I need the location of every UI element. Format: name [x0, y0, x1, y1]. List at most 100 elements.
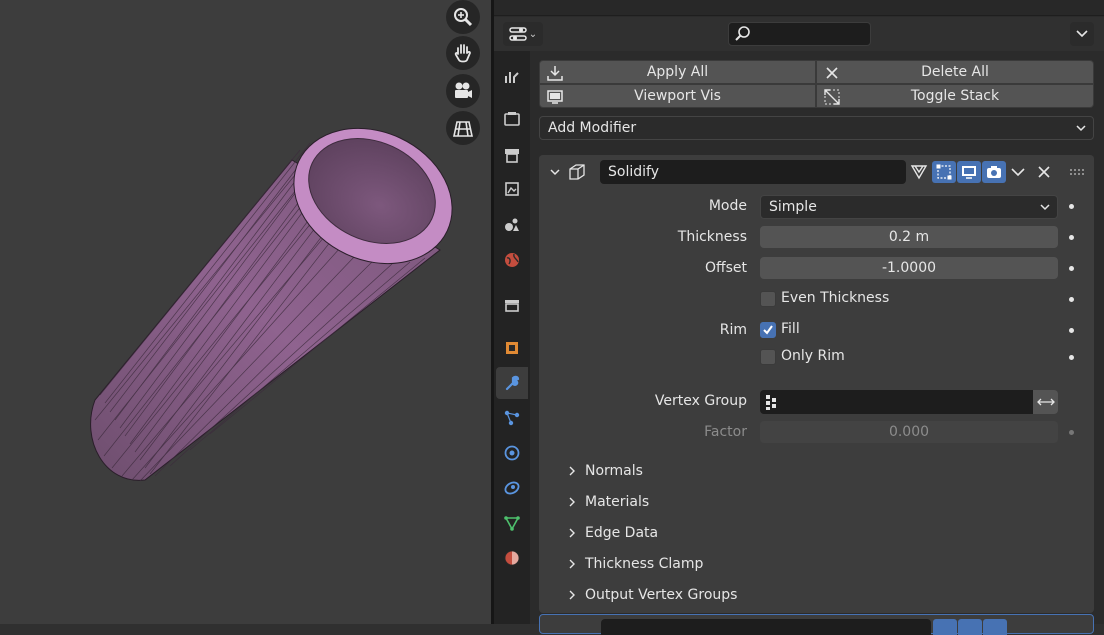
tab-world[interactable] — [496, 244, 528, 276]
modifier-wrench-icon — [505, 375, 520, 391]
render-toggle[interactable] — [982, 161, 1006, 183]
subpanel-label: Normals — [585, 463, 643, 479]
tab-scene[interactable] — [496, 209, 528, 241]
search-input[interactable] — [728, 22, 871, 46]
toggle-stack-button[interactable]: Toggle Stack — [816, 84, 1094, 108]
solidify-tube-mesh — [90, 127, 453, 482]
keyframe-dot[interactable] — [1069, 430, 1074, 435]
chevron-down-icon — [1040, 204, 1050, 211]
keyframe-dot[interactable] — [1069, 355, 1074, 360]
invert-vertex-group-button[interactable] — [1033, 390, 1058, 414]
tab-view-layer[interactable] — [496, 173, 528, 205]
subpanel-edge-data[interactable]: Edge Data — [567, 522, 658, 544]
factor-field[interactable]: 0.000 — [760, 421, 1058, 443]
vertex-group-field[interactable] — [760, 390, 1033, 414]
view-layer-icon — [505, 182, 519, 196]
next-modifier-panel[interactable] — [539, 614, 1094, 635]
add-modifier-label: Add Modifier — [548, 120, 637, 136]
zoom-icon[interactable] — [446, 0, 480, 34]
tab-physics[interactable] — [496, 437, 528, 469]
offset-field[interactable]: -1.0000 — [760, 257, 1058, 279]
even-thickness-checkbox[interactable] — [760, 291, 776, 307]
world-icon — [505, 253, 519, 267]
subpanel-label: Thickness Clamp — [585, 556, 704, 572]
header-options-dropdown[interactable] — [1070, 22, 1094, 46]
render-toggle[interactable] — [983, 619, 1007, 635]
tab-render[interactable] — [496, 103, 528, 135]
modifier-extras-dropdown[interactable] — [1006, 161, 1030, 183]
chevron-down-icon: ⌄ — [528, 28, 538, 40]
tab-output[interactable] — [496, 139, 528, 171]
subpanel-thickness-clamp[interactable]: Thickness Clamp — [567, 553, 703, 575]
apply-all-label: Apply All — [646, 64, 709, 80]
edit-mode-toggle[interactable] — [932, 161, 956, 183]
tab-collection[interactable] — [496, 289, 528, 321]
on-cage-toggle[interactable] — [907, 161, 931, 183]
tab-material[interactable] — [496, 542, 528, 574]
vertex-triangle-icon — [910, 165, 928, 180]
delete-all-button[interactable]: Delete All — [816, 60, 1094, 84]
mode-value: Simple — [769, 199, 817, 215]
thickness-field[interactable]: 0.2 m — [760, 226, 1058, 248]
modifier-name-field[interactable] — [601, 619, 931, 635]
properties-header: ⌄ — [494, 17, 1104, 51]
camera-icon[interactable] — [446, 74, 480, 108]
realtime-toggle[interactable] — [958, 619, 982, 635]
download-icon — [547, 66, 563, 81]
viewport-vis-label: Viewport Vis — [634, 88, 721, 104]
hand-pan-icon[interactable] — [446, 36, 480, 70]
tab-object-data[interactable] — [496, 507, 528, 539]
monitor-icon — [962, 166, 976, 179]
even-thickness-label: Even Thickness — [781, 290, 890, 306]
mode-label: Mode — [708, 198, 747, 214]
3d-viewport[interactable] — [0, 0, 491, 624]
tab-tool[interactable] — [496, 61, 528, 93]
tool-icon — [505, 72, 519, 83]
edit-mode-icon — [936, 164, 952, 180]
tab-object[interactable] — [496, 332, 528, 364]
subpanel-materials[interactable]: Materials — [567, 491, 649, 513]
editor-type-dropdown[interactable]: ⌄ — [503, 22, 543, 46]
keyframe-dot[interactable] — [1069, 328, 1074, 333]
offset-label: Offset — [704, 260, 747, 276]
remove-modifier-button[interactable] — [1032, 161, 1056, 183]
drag-grip-icon — [1070, 169, 1084, 175]
chevron-down-icon — [1011, 168, 1025, 177]
edit-mode-toggle[interactable] — [933, 619, 957, 635]
outliner-strip — [494, 0, 1104, 16]
apply-all-button[interactable]: Apply All — [539, 60, 816, 84]
keyframe-dot[interactable] — [1069, 204, 1074, 209]
viewport-vis-button[interactable]: Viewport Vis — [539, 84, 816, 108]
rim-fill-checkbox[interactable] — [760, 322, 776, 338]
subpanel-output-vertex-groups[interactable]: Output Vertex Groups — [567, 584, 737, 606]
realtime-toggle[interactable] — [957, 161, 981, 183]
modifier-name-field[interactable]: Solidify — [600, 160, 906, 184]
keyframe-dot[interactable] — [1069, 266, 1074, 271]
drag-handle[interactable] — [1065, 161, 1089, 183]
chevron-right-icon — [569, 466, 575, 476]
tab-constraints[interactable] — [496, 472, 528, 504]
mode-dropdown[interactable]: Simple — [760, 195, 1058, 219]
scene-icon — [505, 218, 519, 231]
properties-editor: ⌄ Apply All Delete All Viewport Vis Togg… — [494, 0, 1104, 635]
add-modifier-dropdown[interactable]: Add Modifier — [539, 116, 1094, 140]
keyframe-dot[interactable] — [1069, 235, 1074, 240]
grid-ortho-icon[interactable] — [446, 111, 480, 145]
modifier-properties: Apply All Delete All Viewport Vis Toggle… — [530, 51, 1104, 635]
close-icon — [1038, 166, 1050, 178]
tab-modifiers[interactable] — [496, 367, 528, 399]
factor-label: Factor — [704, 424, 747, 440]
properties-tabs — [494, 51, 530, 624]
tab-particles[interactable] — [496, 402, 528, 434]
checkmark-icon — [763, 325, 773, 335]
modifier-header: Solidify — [539, 155, 1094, 189]
monitor-icon — [547, 90, 563, 104]
chevron-down-icon — [1076, 125, 1086, 132]
only-rim-checkbox[interactable] — [760, 349, 776, 365]
subpanel-normals[interactable]: Normals — [567, 460, 643, 482]
keyframe-dot[interactable] — [1069, 297, 1074, 302]
chevron-down-icon[interactable] — [549, 166, 561, 178]
physics-icon — [504, 445, 520, 461]
close-icon — [826, 67, 838, 79]
object-icon — [506, 342, 518, 354]
